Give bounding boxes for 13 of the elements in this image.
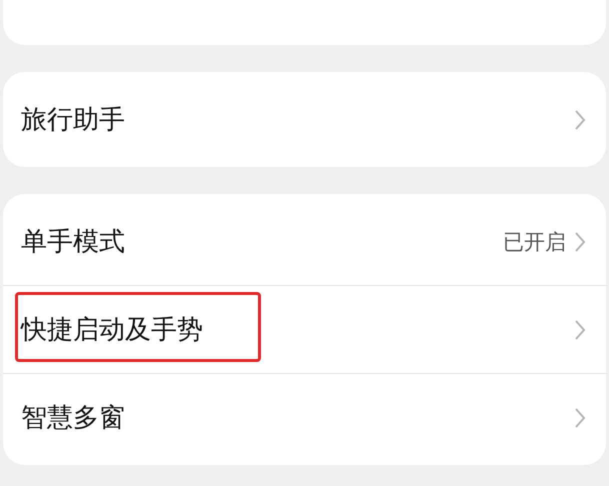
- item-label: 智慧多窗: [21, 402, 125, 435]
- settings-item[interactable]: 旅行助手: [3, 76, 606, 163]
- settings-item[interactable]: 单手模式 已开启: [3, 198, 606, 285]
- item-value: 已开启: [503, 228, 566, 256]
- chevron-right-icon: [574, 108, 586, 130]
- item-label: 旅行助手: [21, 104, 125, 137]
- chevron-right-icon: [574, 230, 586, 252]
- settings-item[interactable]: 快捷启动及手势: [3, 285, 606, 373]
- settings-item[interactable]: 智慧多窗: [3, 373, 606, 461]
- chevron-right-icon: [574, 406, 586, 428]
- item-label: 快捷启动及手势: [21, 314, 203, 347]
- chevron-right-icon: [574, 318, 586, 340]
- item-label: 单手模式: [21, 226, 125, 259]
